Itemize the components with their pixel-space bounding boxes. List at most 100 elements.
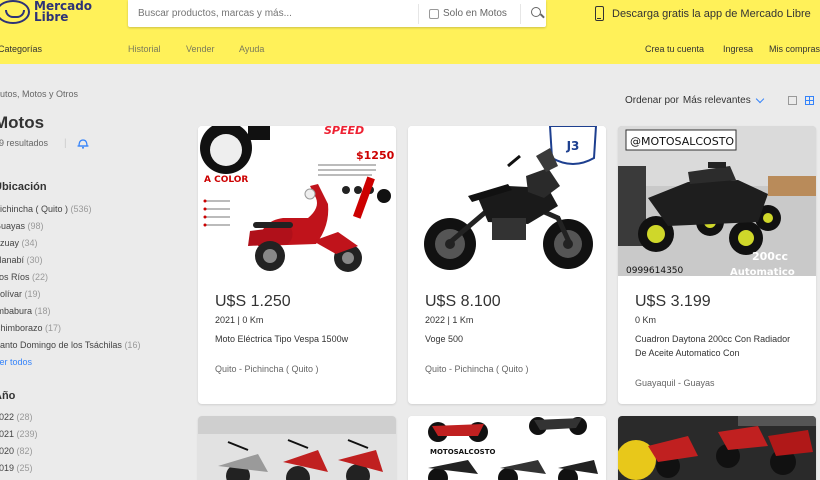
- logo-text: Mercado Libre: [34, 0, 93, 24]
- app-download-link[interactable]: Descarga gratis la app de Mercado Libre: [595, 6, 811, 21]
- filter-ubicacion-item[interactable]: Azuay (34): [0, 238, 38, 248]
- watermark-phone: 0999614350: [626, 266, 684, 276]
- filter-item-count: (536): [70, 204, 92, 214]
- nav-ayuda[interactable]: Ayuda: [239, 44, 264, 54]
- filter-item-count: (28): [16, 412, 33, 422]
- product-card[interactable]: [618, 416, 816, 480]
- filter-item-name: Pichincha ( Quito ): [0, 204, 69, 214]
- product-card[interactable]: [198, 416, 396, 480]
- results-count: 79 resultados: [0, 138, 49, 148]
- watermark-auto: Automatico: [730, 267, 795, 276]
- filter-item-name: Manabí: [0, 255, 25, 265]
- filter-ubicacion-item[interactable]: Chimborazo (17): [0, 323, 61, 333]
- filter-anio-item[interactable]: 2020 (82): [0, 446, 33, 456]
- filter-ubicacion-item[interactable]: Bolívar (19): [0, 289, 41, 299]
- filter-item-count: (82): [16, 446, 33, 456]
- product-image[interactable]: MOTOSALCOSTO: [408, 416, 606, 480]
- search-bar: Solo en Motos: [128, 0, 546, 27]
- filter-item-count: (19): [24, 289, 41, 299]
- filter-anio-item[interactable]: 2021 (239): [0, 429, 38, 439]
- page-title: Motos: [0, 113, 45, 132]
- product-title[interactable]: Voge 500: [425, 332, 585, 346]
- filter-item-name: 2021: [0, 429, 15, 439]
- sort-dropdown[interactable]: Ordenar por Más relevantes: [625, 94, 764, 106]
- product-image[interactable]: J3: [408, 126, 606, 276]
- product-card[interactable]: J3 U$S 8.100 2022 | 1 Km Voge 500 Quito …: [408, 126, 606, 404]
- product-location: Guayaquil - Guayas: [635, 378, 715, 388]
- filter-item-name: Imbabura: [0, 306, 33, 316]
- product-price: U$S 3.199: [635, 293, 711, 310]
- voge-500-image: J3: [408, 126, 606, 276]
- vespa-poster-image: SPEED $1250 A COLOR: [198, 126, 396, 276]
- sort-value: Más relevantes: [682, 95, 751, 106]
- product-image[interactable]: SPEED $1250 A COLOR: [198, 126, 396, 276]
- filter-ubicacion-item[interactable]: Pichincha ( Quito ) (536): [0, 204, 92, 214]
- filter-item-name: Santo Domingo de los Tsáchilas: [0, 340, 122, 350]
- mercadolibre-logo[interactable]: Mercado Libre: [0, 0, 94, 24]
- search-divider: [418, 3, 419, 24]
- breadcrumb[interactable]: Autos, Motos y Otros: [0, 89, 78, 99]
- product-card[interactable]: SPEED $1250 A COLOR U$S 1.250 2021 | 0 K…: [198, 126, 396, 404]
- filter-item-name: Guayas: [0, 221, 26, 231]
- product-title[interactable]: Moto Eléctrica Tipo Vespa 1500w: [215, 332, 375, 346]
- filter-anio-item[interactable]: 2022 (28): [0, 412, 33, 422]
- filter-item-count: (25): [16, 463, 33, 473]
- bell-icon[interactable]: [76, 137, 90, 149]
- filter-ubicacion-item[interactable]: Guayas (98): [0, 221, 44, 231]
- phone-icon: [595, 6, 604, 21]
- filter-anio-item[interactable]: 2019 (25): [0, 463, 33, 473]
- filter-ubicacion-item[interactable]: Los Ríos (22): [0, 272, 48, 282]
- filter-ubicacion-item[interactable]: Santo Domingo de los Tsáchilas (16): [0, 340, 140, 350]
- header-bar: Mercado Libre Solo en Motos Descarga gra…: [0, 0, 820, 64]
- chevron-down-icon: [755, 94, 764, 104]
- filter-item-count: (239): [16, 429, 38, 439]
- grid-view-icon[interactable]: [805, 96, 814, 105]
- filter-item-count: (17): [45, 323, 62, 333]
- product-image[interactable]: [198, 416, 396, 480]
- product-card[interactable]: @MOTOSALCOSTO 0999614350 200cc Automatic…: [618, 126, 816, 404]
- solo-en-motos-checkbox[interactable]: [429, 8, 439, 19]
- filter-item-name: Chimborazo: [0, 323, 43, 333]
- handshake-icon: [0, 0, 30, 24]
- solo-en-motos-label: Solo en Motos: [443, 8, 507, 19]
- filter-item-count: (30): [26, 255, 43, 265]
- watermark-tag: MOTOSALCOSTO: [430, 448, 495, 456]
- nav-categorias[interactable]: Categorías: [0, 44, 42, 54]
- nav-ingresa[interactable]: Ingresa: [723, 44, 753, 54]
- filter-item-count: (16): [124, 340, 141, 350]
- watermark-cc: 200cc: [752, 250, 788, 263]
- nav-historial[interactable]: Historial: [128, 44, 161, 54]
- badge-text: J3: [566, 139, 580, 153]
- product-location: Quito - Pichincha ( Quito ): [215, 364, 319, 374]
- filter-item-count: (18): [34, 306, 51, 316]
- search-icon[interactable]: [530, 6, 545, 21]
- watermark-tag: @MOTOSALCOSTO: [630, 135, 734, 148]
- filter-item-count: (98): [27, 221, 44, 231]
- filter-anio-title: Año: [0, 390, 16, 402]
- product-image[interactable]: @MOTOSALCOSTO 0999614350 200cc Automatic…: [618, 126, 816, 276]
- list-view-icon[interactable]: [788, 96, 797, 105]
- sort-label: Ordenar por: [625, 95, 679, 106]
- nav-vender[interactable]: Vender: [186, 44, 215, 54]
- product-price: U$S 8.100: [425, 293, 501, 310]
- poster-speed-text: SPEED: [324, 126, 364, 137]
- filter-ubicacion-item[interactable]: Manabí (30): [0, 255, 43, 265]
- nav-mis-compras[interactable]: Mis compras: [769, 44, 820, 54]
- poster-price-text: $1250: [356, 149, 395, 162]
- product-card[interactable]: MOTOSALCOSTO: [408, 416, 606, 480]
- results-separator: |: [64, 138, 67, 149]
- product-location: Quito - Pichincha ( Quito ): [425, 364, 529, 374]
- filter-item-name: 2019: [0, 463, 15, 473]
- product-meta: 2021 | 0 Km: [215, 315, 264, 325]
- filter-item-name: Bolívar: [0, 289, 23, 299]
- product-image[interactable]: [618, 416, 816, 480]
- product-meta: 2022 | 1 Km: [425, 315, 474, 325]
- search-input[interactable]: [128, 0, 418, 27]
- poster-color-text: A COLOR: [204, 175, 248, 185]
- filter-ubicacion-item[interactable]: Imbabura (18): [0, 306, 51, 316]
- filter-item-name: 2020: [0, 446, 15, 456]
- ver-todos-link[interactable]: Ver todos: [0, 357, 32, 367]
- nav-crea-cuenta[interactable]: Crea tu cuenta: [645, 44, 704, 54]
- product-meta: 0 Km: [635, 315, 657, 325]
- product-title[interactable]: Cuadron Daytona 200cc Con Radiador De Ac…: [635, 332, 795, 360]
